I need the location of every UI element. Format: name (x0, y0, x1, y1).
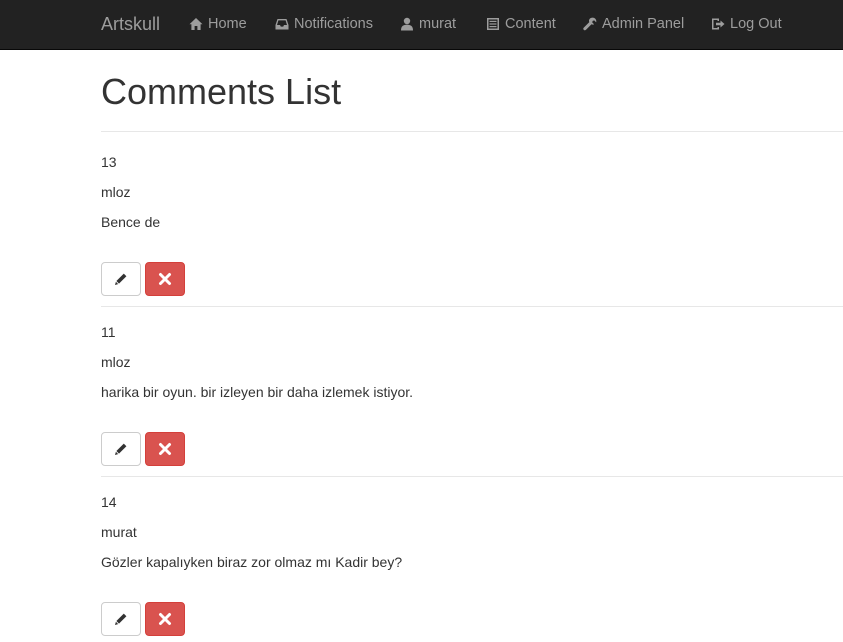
nav-home[interactable]: Home (189, 16, 247, 32)
nav-user[interactable]: murat (400, 16, 456, 32)
nav-user-label: murat (419, 16, 457, 32)
pencil-icon (115, 443, 127, 455)
nav-notifications[interactable]: Notifications (275, 16, 373, 32)
nav-content-label: Content (505, 16, 556, 32)
comment-item: 11 mloz harika bir oyun. bir izleyen bir… (0, 302, 843, 477)
comment-text: harika bir oyun. bir izleyen bir daha iz… (101, 384, 414, 400)
nav-log-out[interactable]: Log Out (711, 16, 782, 32)
user-icon (401, 17, 413, 31)
pencil-icon (115, 273, 127, 285)
edit-comment-button[interactable] (101, 602, 141, 636)
top-navbar: Artskull Home Notifications murat Conten… (0, 0, 843, 50)
comment-id: 11 (101, 324, 116, 340)
nav-notifications-label: Notifications (294, 16, 373, 32)
delete-comment-button[interactable] (145, 602, 185, 636)
comment-text: Gözler kapalıyken biraz zor olmaz mı Kad… (101, 554, 403, 570)
comment-author: mloz (101, 354, 131, 370)
wrench-icon (583, 17, 597, 31)
comments-list: 13 mloz Bence de 11 mloz harika bir oyun… (0, 132, 843, 642)
comment-item: 14 murat Gözler kapalıyken biraz zor olm… (0, 472, 843, 642)
comment-id: 13 (101, 154, 117, 170)
comment-text: Bence de (101, 214, 161, 230)
page-title: Comments List (101, 71, 342, 112)
nav-home-label: Home (208, 16, 247, 32)
home-icon (189, 18, 203, 30)
remove-icon (159, 613, 171, 625)
comment-id: 14 (101, 494, 117, 510)
edit-comment-button[interactable] (101, 262, 141, 296)
nav-log-out-label: Log Out (730, 16, 782, 32)
edit-comment-button[interactable] (101, 432, 141, 466)
comment-author: mloz (101, 184, 131, 200)
delete-comment-button[interactable] (145, 262, 185, 296)
nav-admin-panel-label: Admin Panel (602, 16, 685, 32)
brand-link[interactable]: Artskull (101, 14, 160, 35)
delete-comment-button[interactable] (145, 432, 185, 466)
comment-item: 13 mloz Bence de (0, 132, 843, 307)
list-icon (487, 18, 499, 30)
comment-author: murat (101, 524, 137, 540)
nav-content[interactable]: Content (486, 16, 556, 32)
remove-icon (159, 273, 171, 285)
remove-icon (159, 443, 171, 455)
nav-admin-panel[interactable]: Admin Panel (583, 16, 684, 32)
inbox-icon (275, 19, 289, 30)
log-out-icon (712, 18, 725, 30)
pencil-icon (115, 613, 127, 625)
